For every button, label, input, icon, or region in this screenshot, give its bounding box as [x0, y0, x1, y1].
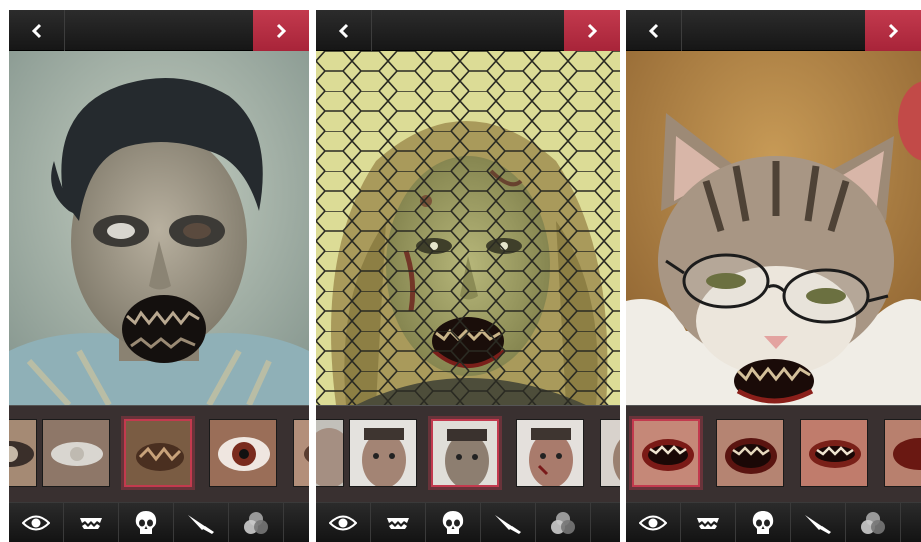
back-button[interactable] [316, 10, 372, 51]
skull-icon [752, 511, 774, 534]
mouth-thumb-2[interactable] [716, 419, 784, 487]
chevron-right-icon [587, 23, 598, 38]
zombie-mouth-screen [626, 10, 921, 542]
overlay-icon [244, 512, 268, 534]
zombie-cat-photo[interactable] [626, 51, 921, 405]
screen-title [683, 10, 865, 51]
chevron-right-icon [888, 23, 899, 38]
thumbnail-strip [626, 405, 921, 502]
back-button[interactable] [626, 10, 682, 51]
skull-icon [135, 511, 157, 534]
top-nav-bar [316, 10, 620, 51]
knife-tool-button[interactable] [481, 503, 536, 542]
zombie-woman-fence-photo[interactable] [316, 51, 620, 405]
skull-tool-button[interactable] [736, 503, 791, 542]
mouth-thumb-1[interactable] [632, 419, 700, 487]
eye-thumb-2[interactable] [42, 419, 110, 487]
teeth-tool-button[interactable] [64, 503, 119, 542]
eye-thumb-1[interactable] [9, 419, 37, 487]
eyes-tool-button[interactable] [9, 503, 64, 542]
top-nav-bar [9, 10, 309, 51]
overlay-icon [861, 512, 885, 534]
top-nav-bar [626, 10, 921, 51]
mouth-thumb-4[interactable] [884, 419, 921, 487]
eye-thumb-3[interactable] [124, 419, 192, 487]
chevron-left-icon [31, 23, 41, 38]
bottom-toolbar [9, 502, 309, 542]
face-thumb-4[interactable] [516, 419, 584, 487]
teeth-icon [80, 518, 102, 529]
next-button[interactable] [564, 10, 620, 51]
eyes-tool-button[interactable] [316, 503, 371, 542]
skull-icon [442, 511, 464, 534]
back-button[interactable] [9, 10, 65, 51]
knife-tool-button[interactable] [791, 503, 846, 542]
teeth-tool-button[interactable] [371, 503, 426, 542]
teeth-icon [387, 518, 409, 529]
knife-tool-button[interactable] [174, 503, 229, 542]
chevron-left-icon [648, 23, 658, 38]
thumbnail-strip [9, 405, 309, 502]
face-thumb-5[interactable] [600, 419, 620, 487]
overlay-tool-button[interactable] [229, 503, 284, 542]
bottom-toolbar [316, 502, 620, 542]
bottom-toolbar [626, 502, 921, 542]
chevron-left-icon [338, 23, 348, 38]
teeth-tool-button[interactable] [681, 503, 736, 542]
skull-tool-button[interactable] [119, 503, 174, 542]
zombie-face-screen [316, 10, 620, 542]
zombie-man-photo[interactable] [9, 51, 309, 405]
knife-icon [805, 515, 831, 534]
knife-icon [495, 515, 521, 534]
zombie-eyes-screen [9, 10, 309, 542]
overlay-icon [551, 512, 575, 534]
eye-thumb-5[interactable] [293, 419, 309, 487]
thumbnail-strip [316, 405, 620, 502]
eye-icon [639, 515, 667, 531]
overlay-tool-button[interactable] [536, 503, 591, 542]
face-thumb-1[interactable] [316, 419, 344, 487]
face-thumb-2[interactable] [349, 419, 417, 487]
knife-icon [188, 515, 214, 534]
next-button[interactable] [865, 10, 921, 51]
next-button[interactable] [253, 10, 309, 51]
screen-title [373, 10, 564, 51]
screen-title [66, 10, 253, 51]
face-thumb-3[interactable] [431, 419, 499, 487]
eye-icon [329, 515, 357, 531]
eye-icon [22, 515, 50, 531]
eye-thumb-4[interactable] [209, 419, 277, 487]
teeth-icon [697, 518, 719, 529]
eyes-tool-button[interactable] [626, 503, 681, 542]
overlay-tool-button[interactable] [846, 503, 901, 542]
chevron-right-icon [276, 23, 287, 38]
mouth-thumb-3[interactable] [800, 419, 868, 487]
skull-tool-button[interactable] [426, 503, 481, 542]
